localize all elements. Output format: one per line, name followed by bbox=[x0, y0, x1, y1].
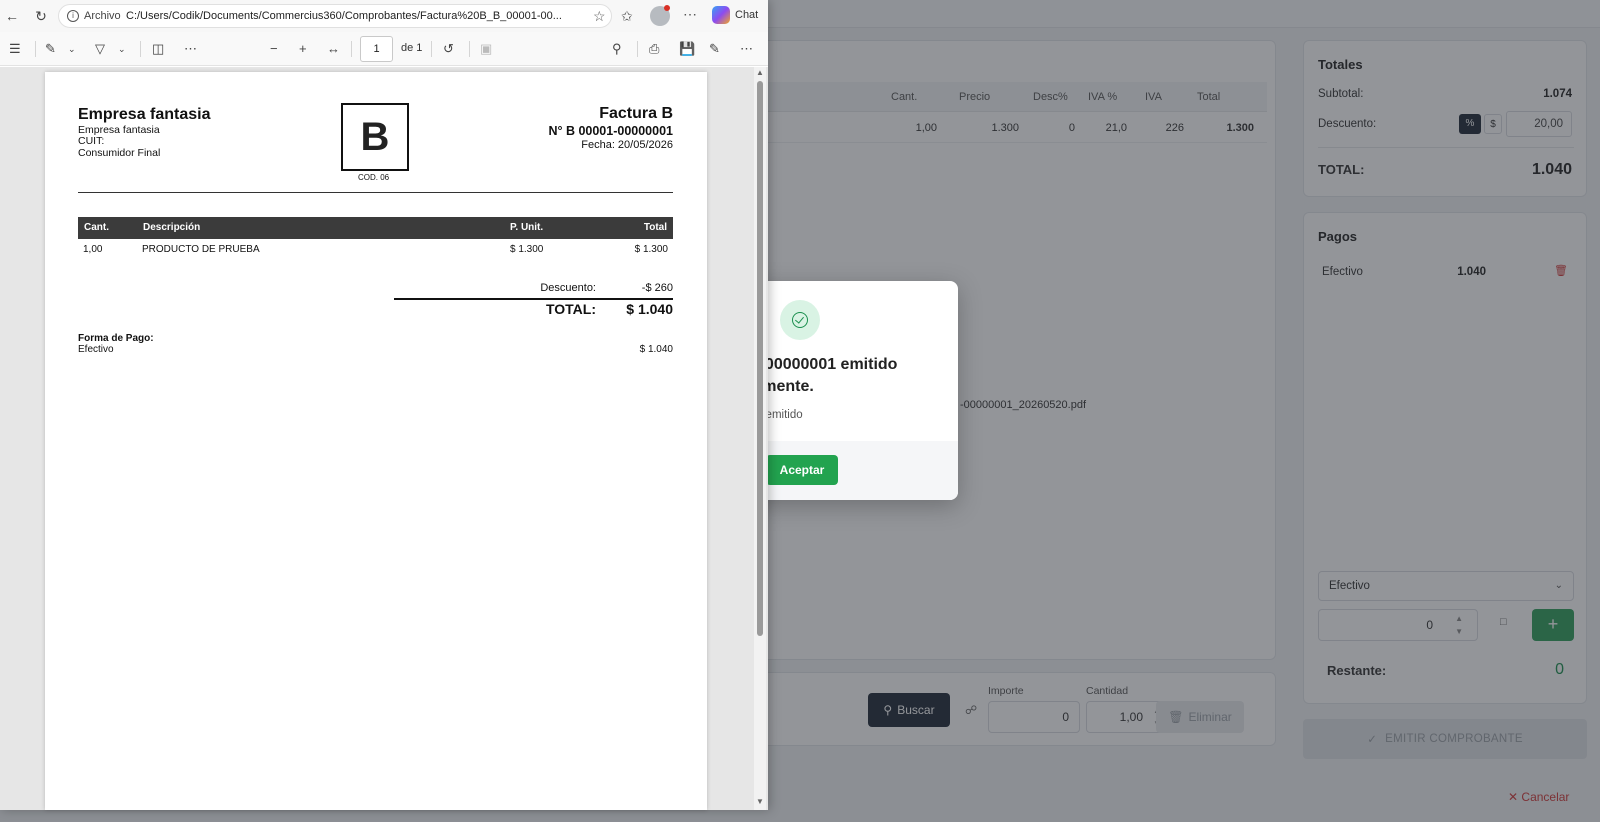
more-icon[interactable]: ⋯ bbox=[184, 40, 197, 58]
chat-label[interactable]: Chat bbox=[735, 9, 758, 21]
col-cant: Cant. bbox=[84, 222, 109, 233]
item-unit: $ 1.300 bbox=[510, 244, 544, 255]
pdf-toolbar: ☰ ✎ ⌄ ▽ ⌄ ◫ ⋯ − + ↔ 1 de 1 ↺ ▣ ⚲ ⎙ 💾 ✎ ⋯ bbox=[0, 32, 768, 66]
page-number-input[interactable]: 1 bbox=[360, 36, 393, 62]
customer-condition: Consumidor Final bbox=[78, 147, 161, 159]
divider bbox=[78, 192, 673, 193]
total-value: $ 1.040 bbox=[626, 301, 673, 317]
text-icon[interactable]: ◫ bbox=[152, 40, 164, 58]
rotate-icon[interactable]: ↺ bbox=[443, 40, 454, 58]
divider bbox=[140, 41, 141, 57]
pdf-browser-window: ← ↻ i Archivo C:/Users/Codik/Documents/C… bbox=[0, 0, 768, 810]
invoice-date: Fecha: 20/05/2026 bbox=[581, 139, 673, 151]
scroll-thumb[interactable] bbox=[757, 81, 763, 636]
page-view-icon[interactable]: ▣ bbox=[480, 40, 492, 58]
col-punit: P. Unit. bbox=[510, 222, 544, 233]
check-circle-icon bbox=[792, 312, 808, 328]
scroll-down-icon[interactable]: ▼ bbox=[756, 797, 764, 806]
info-icon[interactable]: i bbox=[67, 10, 79, 22]
invoice-table-header: Cant. Descripción P. Unit. Total bbox=[78, 217, 673, 239]
payment-method: Efectivo bbox=[78, 344, 114, 355]
payment-amount: $ 1.040 bbox=[639, 344, 673, 355]
pdf-page: Empresa fantasia Empresa fantasia CUIT: … bbox=[45, 72, 707, 810]
company-name: Empresa fantasia bbox=[78, 106, 211, 123]
discount-value: -$ 260 bbox=[641, 282, 673, 294]
address-bar: ← ↻ i Archivo C:/Users/Codik/Documents/C… bbox=[0, 0, 768, 32]
url-origin: Archivo bbox=[84, 10, 121, 22]
zoom-out-icon[interactable]: − bbox=[270, 40, 278, 58]
item-cant: 1,00 bbox=[83, 244, 103, 255]
more-icon[interactable]: ⋯ bbox=[683, 4, 697, 24]
divider bbox=[431, 41, 432, 57]
invoice-number: N° B 00001-00000001 bbox=[548, 124, 673, 138]
cuit-label: CUIT: bbox=[78, 135, 105, 147]
search-icon[interactable]: ⚲ bbox=[612, 40, 622, 58]
divider bbox=[35, 41, 36, 57]
back-arrow-icon[interactable]: ← bbox=[2, 6, 22, 26]
more-icon[interactable]: ⋯ bbox=[740, 40, 753, 58]
chevron-down-icon[interactable]: ⌄ bbox=[118, 40, 126, 58]
save-icon[interactable]: 💾 bbox=[679, 40, 695, 58]
divider bbox=[469, 41, 470, 57]
col-descripcion: Descripción bbox=[143, 222, 201, 233]
discount-label: Descuento: bbox=[540, 282, 596, 294]
draw-icon[interactable]: ▽ bbox=[95, 40, 105, 58]
copilot-icon[interactable] bbox=[712, 6, 730, 24]
save-as-icon[interactable]: ✎ bbox=[709, 40, 720, 58]
refresh-icon[interactable]: ↻ bbox=[31, 6, 51, 26]
success-icon-circle bbox=[780, 300, 820, 340]
item-total: $ 1.300 bbox=[634, 244, 668, 255]
page-count: de 1 bbox=[401, 42, 423, 54]
fit-width-icon[interactable]: ↔ bbox=[327, 40, 340, 58]
zoom-in-icon[interactable]: + bbox=[299, 40, 307, 58]
print-icon[interactable]: ⎙ bbox=[649, 40, 659, 58]
url-box[interactable]: i Archivo C:/Users/Codik/Documents/Comme… bbox=[58, 4, 612, 28]
divider bbox=[394, 298, 673, 300]
item-desc: PRODUCTO DE PRUEBA bbox=[142, 244, 260, 255]
scrollbar[interactable]: ▲ ▼ bbox=[754, 67, 766, 810]
star-icon[interactable]: ☆ bbox=[593, 8, 606, 25]
url-text[interactable]: C:/Users/Codik/Documents/Commercius360/C… bbox=[126, 10, 576, 22]
total-label: TOTAL: bbox=[545, 301, 596, 317]
contents-icon[interactable]: ☰ bbox=[9, 40, 21, 58]
invoice-letter-box: B bbox=[341, 103, 409, 171]
invoice-title: Factura B bbox=[599, 105, 673, 122]
invoice-code: COD. 06 bbox=[358, 173, 390, 182]
divider bbox=[637, 41, 638, 57]
highlight-icon[interactable]: ✎ bbox=[45, 40, 56, 58]
chevron-down-icon[interactable]: ⌄ bbox=[68, 40, 76, 58]
notification-dot bbox=[664, 5, 670, 11]
scroll-up-icon[interactable]: ▲ bbox=[756, 68, 764, 77]
divider bbox=[351, 41, 352, 57]
aceptar-button[interactable]: Aceptar bbox=[766, 455, 838, 485]
col-total: Total bbox=[643, 222, 667, 233]
favorites-icon[interactable]: ✩ bbox=[621, 6, 633, 26]
payment-label: Forma de Pago: bbox=[78, 333, 154, 344]
